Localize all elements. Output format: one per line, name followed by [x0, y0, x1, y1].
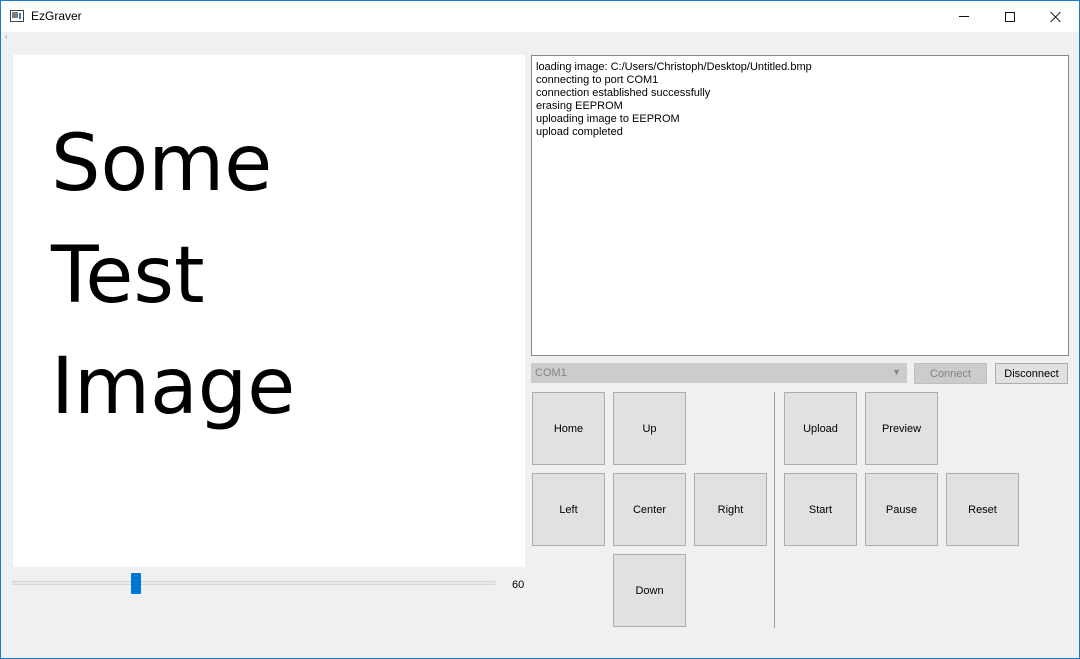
log-line: connection established successfully [536, 87, 711, 99]
image-text-line: Image [51, 342, 296, 432]
chevron-down-icon: ▼ [892, 367, 901, 377]
log-line: uploading image to EEPROM [536, 113, 680, 125]
connect-button[interactable]: Connect [914, 363, 987, 384]
log-line: loading image: C:/Users/Christoph/Deskto… [536, 61, 812, 73]
log-line: connecting to port COM1 [536, 74, 659, 86]
log-output[interactable]: loading image: C:/Users/Christoph/Deskto… [531, 55, 1069, 356]
preview-button[interactable]: Preview [865, 392, 938, 465]
slider-handle[interactable] [131, 573, 141, 594]
maximize-button[interactable] [987, 1, 1033, 32]
minimize-button[interactable] [941, 1, 987, 32]
maximize-icon [1005, 11, 1015, 22]
port-select-value: COM1 [535, 367, 567, 379]
close-icon [1050, 11, 1062, 23]
port-select[interactable]: COM1 ▼ [531, 363, 907, 383]
app-icon [10, 10, 24, 22]
grip-icon: ‹ [5, 34, 8, 41]
image-preview: Some Test Image [13, 55, 525, 567]
log-line: erasing EEPROM [536, 100, 623, 112]
right-button[interactable]: Right [694, 473, 767, 546]
disconnect-button[interactable]: Disconnect [995, 363, 1068, 384]
home-button[interactable]: Home [532, 392, 605, 465]
up-button[interactable]: Up [613, 392, 686, 465]
start-button[interactable]: Start [784, 473, 857, 546]
close-button[interactable] [1033, 1, 1079, 32]
image-text-line: Test [51, 231, 205, 321]
window-title: EzGraver [31, 9, 82, 23]
pause-button[interactable]: Pause [865, 473, 938, 546]
title-bar[interactable]: EzGraver [1, 1, 1079, 32]
app-window: EzGraver ‹ Some Test Image 60 loading im… [0, 0, 1080, 659]
slider-track[interactable] [13, 581, 495, 585]
reset-button[interactable]: Reset [946, 473, 1019, 546]
menu-strip: ‹ [1, 32, 1079, 41]
down-button[interactable]: Down [613, 554, 686, 627]
log-line: upload completed [536, 126, 623, 138]
center-button[interactable]: Center [613, 473, 686, 546]
burn-time-slider[interactable] [13, 572, 495, 596]
upload-button[interactable]: Upload [784, 392, 857, 465]
image-text-line: Some [51, 119, 273, 209]
left-button[interactable]: Left [532, 473, 605, 546]
burn-time-value: 60 [512, 579, 525, 591]
vertical-divider [774, 392, 775, 628]
minimize-icon [959, 16, 969, 17]
